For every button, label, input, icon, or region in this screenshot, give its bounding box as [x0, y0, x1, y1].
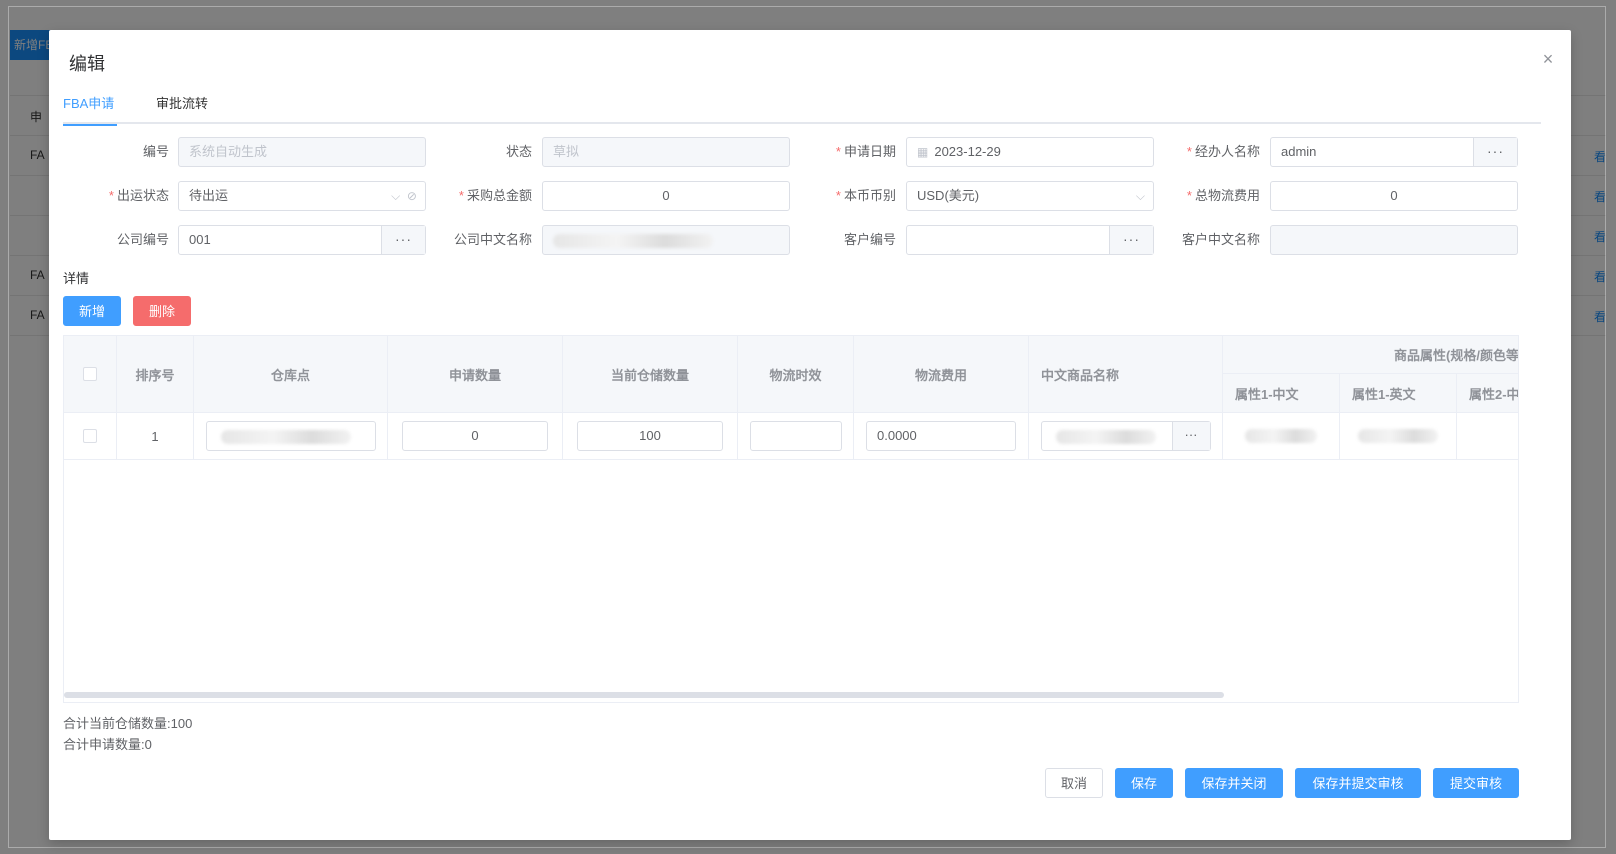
column-header-logistics-time: 物流时效 — [738, 336, 854, 413]
customer-code-field[interactable]: ··· — [906, 225, 1154, 255]
submit-review-button[interactable]: 提交审核 — [1433, 768, 1519, 798]
column-header-product-name: 中文商品名称 — [1029, 336, 1223, 413]
attr1-cn-cell — [1223, 413, 1340, 460]
apply-qty-input[interactable]: 0 — [402, 421, 548, 451]
purchase-total-label: * 采购总金额 — [458, 188, 532, 203]
handler-field[interactable]: admin ··· — [1270, 137, 1518, 167]
edit-dialog: 编辑 × FBA申请 审批流转 编号 系统自动生成 状态 草拟 * 申请日期 ▦ 2… — [49, 30, 1571, 840]
dialog-title: 编辑 — [69, 54, 105, 74]
chevron-down-icon: ⌵ — [1135, 189, 1145, 203]
seq-cell: 1 — [117, 413, 194, 460]
column-header-logistics-fee: 物流费用 — [854, 336, 1029, 413]
select-all-checkbox[interactable] — [83, 367, 97, 381]
status-field: 草拟 — [542, 137, 790, 167]
customer-name-label: 客户中文名称 — [1181, 232, 1260, 247]
stock-qty-input[interactable]: 100 — [577, 421, 723, 451]
ship-status-label: * 出运状态 — [108, 188, 169, 203]
horizontal-scrollbar[interactable] — [64, 692, 1224, 698]
code-field: 系统自动生成 — [178, 137, 426, 167]
row-select-cell — [64, 413, 117, 460]
column-header-attr2-cn: 属性2-中 — [1457, 374, 1518, 413]
redacted-text — [1055, 429, 1156, 444]
company-code-field[interactable]: 001 ··· — [178, 225, 426, 255]
apply-qty-cell: 0 — [388, 413, 563, 460]
column-header-attr1-en: 属性1-英文 — [1340, 374, 1457, 413]
select-all-header — [64, 336, 117, 413]
logistics-time-input[interactable] — [749, 421, 842, 451]
logistics-total-label: * 总物流费用 — [1186, 188, 1260, 203]
more-icon[interactable]: ··· — [381, 226, 425, 254]
row-checkbox[interactable] — [83, 429, 97, 443]
logistics-fee-input[interactable]: 0.0000 — [866, 421, 1016, 451]
cancel-button[interactable]: 取消 — [1045, 768, 1103, 798]
purchase-total-input[interactable]: 0 — [542, 181, 790, 211]
column-header-stock-qty: 当前仓储数量 — [563, 336, 738, 413]
warehouse-input[interactable] — [205, 421, 376, 451]
close-icon[interactable]: × — [1537, 48, 1559, 70]
calendar-icon: ▦ — [917, 145, 929, 159]
currency-select[interactable]: USD(美元) ⌵ — [906, 181, 1154, 211]
save-button[interactable]: 保存 — [1115, 768, 1173, 798]
tab-bar: FBA申请 审批流转 — [63, 94, 1541, 126]
column-header-attr-group: 商品属性(规格/颜色等 — [1223, 336, 1518, 374]
chevron-down-icon: ⌵ ⊘ — [391, 189, 417, 203]
stock-total-summary: 合计当前仓储数量:100 — [63, 716, 193, 731]
handler-label: * 经办人名称 — [1186, 144, 1260, 159]
save-submit-button[interactable]: 保存并提交审核 — [1295, 768, 1421, 798]
add-row-button[interactable]: 新增 — [63, 296, 121, 326]
more-icon[interactable]: ··· — [1171, 422, 1210, 450]
ship-status-select[interactable]: 待出运 ⌵ ⊘ — [178, 181, 426, 211]
delete-row-button[interactable]: 删除 — [133, 296, 191, 326]
redacted-text — [1245, 429, 1317, 443]
details-table: 排序号 仓库点 申请数量 当前仓储数量 物流时效 物流费用 中文商品名称 商品属… — [63, 335, 1519, 703]
apply-total-summary: 合计申请数量:0 — [63, 737, 152, 752]
company-name-label: 公司中文名称 — [453, 232, 532, 247]
column-header-apply-qty: 申请数量 — [388, 336, 563, 413]
logistics-fee-cell: 0.0000 — [854, 413, 1029, 460]
apply-date-picker[interactable]: ▦ 2023-12-29 — [906, 137, 1154, 167]
save-close-button[interactable]: 保存并关闭 — [1185, 768, 1283, 798]
stock-qty-cell: 100 — [563, 413, 738, 460]
redacted-text — [553, 233, 713, 248]
tab-fba-apply[interactable]: FBA申请 — [63, 94, 117, 126]
product-name-cell: ··· — [1029, 413, 1223, 460]
company-name-field — [542, 225, 790, 255]
more-icon[interactable]: ··· — [1473, 138, 1517, 166]
column-header-attr1-cn: 属性1-中文 — [1223, 374, 1340, 413]
details-section-label: 详情 — [63, 271, 90, 286]
product-name-field[interactable]: ··· — [1040, 421, 1211, 451]
logistics-time-cell — [738, 413, 854, 460]
currency-label: * 本币币别 — [835, 188, 896, 203]
logistics-total-input[interactable]: 0 — [1270, 181, 1518, 211]
customer-name-field — [1270, 225, 1518, 255]
code-label: 编号 — [142, 144, 169, 159]
column-header-seq: 排序号 — [117, 336, 194, 413]
attr1-en-cell — [1340, 413, 1457, 460]
customer-code-label: 客户编号 — [843, 232, 896, 247]
attr2-cn-cell — [1457, 413, 1518, 460]
redacted-text — [220, 429, 351, 444]
redacted-text — [1358, 429, 1438, 443]
more-icon[interactable]: ··· — [1109, 226, 1153, 254]
status-label: 状态 — [505, 144, 532, 159]
apply-date-label: * 申请日期 — [835, 144, 896, 159]
warehouse-cell — [194, 413, 388, 460]
column-header-warehouse: 仓库点 — [194, 336, 388, 413]
tab-approval-flow[interactable]: 审批流转 — [156, 94, 208, 124]
company-code-label: 公司编号 — [116, 232, 169, 247]
